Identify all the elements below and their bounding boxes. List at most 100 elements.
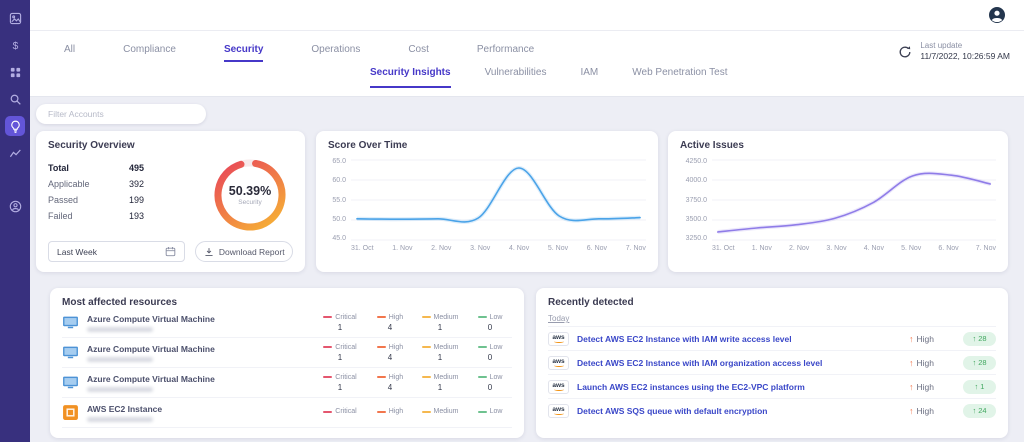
trend-badge: ↑ 24 [963, 403, 996, 418]
main-tabs: All Compliance Security Operations Cost … [30, 31, 1024, 62]
alert-link[interactable]: Launch AWS EC2 instances using the EC2-V… [577, 382, 901, 392]
x-axis-labels: 31. Oct 1. Nov 2. Nov 3. Nov 4. Nov 5. Nov 6. … [351, 245, 646, 252]
resource-name: AWS EC2 Instance [87, 403, 163, 414]
security-subtabs: Security Insights Vulnerabilities IAM We… [30, 62, 1024, 88]
high-dash-icon [376, 410, 386, 413]
tab-compliance[interactable]: Compliance [123, 44, 176, 62]
download-icon [204, 247, 214, 257]
resource-name: Azure Compute Virtual Machine [87, 343, 215, 354]
resource-name: Azure Compute Virtual Machine [87, 313, 215, 324]
security-caption: Security [238, 199, 262, 206]
active-issues-card: Active Issues 4250.0 4000.0 3750.0 3500.… [668, 131, 1008, 272]
today-group-link[interactable]: Today [548, 314, 569, 323]
subtab-iam[interactable]: IAM [580, 67, 598, 88]
aws-ec2-icon [62, 404, 79, 421]
calendar-icon [165, 246, 176, 257]
table-row[interactable]: AWS EC2 Instance Critical High Medium Lo… [62, 398, 512, 428]
low-dash-icon [477, 410, 487, 413]
critical-dash-icon [323, 346, 333, 348]
medium-dash-icon [421, 376, 431, 378]
trends-icon[interactable] [5, 143, 25, 163]
medium-dash-icon [421, 346, 431, 348]
alert-link[interactable]: Detect AWS SQS queue with default encryp… [577, 406, 901, 416]
resource-name: Azure Compute Virtual Machine [87, 373, 215, 384]
apps-grid-icon[interactable] [5, 62, 25, 82]
alert-link[interactable]: Detect AWS EC2 Instance with IAM organiz… [577, 358, 901, 368]
high-dash-icon [376, 316, 386, 318]
tab-performance[interactable]: Performance [477, 44, 534, 62]
severity: ↑ High [909, 381, 934, 392]
card-title: Recently detected [548, 297, 634, 308]
filter-accounts-input[interactable] [36, 104, 206, 124]
score-over-time-card: Score Over Time 65.0 60.0 55.0 50.0 45.0… [316, 131, 658, 272]
up-arrow-icon: ↑ [909, 357, 914, 368]
security-overview-card: Security Overview Total 495 Applicable 392… [36, 131, 305, 272]
subtab-web-penetration-test[interactable]: Web Penetration Test [632, 67, 727, 88]
score-chart: 65.0 60.0 55.0 50.0 45.0 31. Oct 1. Nov 2.… [326, 158, 646, 252]
stat-label: Passed [48, 195, 79, 205]
most-affected-card: Most affected resources Azure Compute Vi… [50, 288, 524, 438]
table-row[interactable]: Azure Compute Virtual Machine Critical 1 … [62, 368, 512, 398]
list-item[interactable]: aws Detect AWS EC2 Instance with IAM org… [548, 350, 996, 374]
medium-dash-icon [421, 410, 431, 413]
aws-icon: aws [548, 355, 569, 370]
issues-chart: 4250.0 4000.0 3750.0 3500.0 3250.0 31. O… [678, 158, 996, 252]
trend-badge: ↑ 1 [963, 379, 996, 394]
security-stats: Total 495 Applicable 392 Passed 199 Failed 1… [48, 160, 144, 224]
last-update-label: Last update [920, 41, 963, 50]
list-item[interactable]: aws Detect AWS EC2 Instance with IAM wri… [548, 326, 996, 350]
dashboard-icon[interactable] [5, 8, 25, 28]
header-panel: All Compliance Security Operations Cost … [30, 31, 1024, 97]
y-axis-labels: 4250.0 4000.0 3750.0 3500.0 3250.0 [685, 158, 707, 242]
recently-detected-card: Recently detected Today aws Detect AWS E… [536, 288, 1008, 438]
overview-controls: Last Week Download Report [48, 241, 293, 262]
critical-dash-icon [323, 376, 333, 378]
azure-vm-icon [62, 344, 79, 361]
avatar[interactable] [988, 6, 1006, 24]
period-select[interactable]: Last Week [48, 241, 186, 262]
download-label: Download Report [218, 246, 285, 257]
last-update-value: 11/7/2022, 10:26:59 AM [920, 51, 1010, 61]
download-report-button[interactable]: Download Report [195, 241, 293, 262]
up-arrow-icon: ↑ [972, 406, 977, 415]
table-row[interactable]: Azure Compute Virtual Machine Critical 1 … [62, 338, 512, 368]
stat-label: Failed [48, 211, 73, 221]
critical-dash-icon [323, 410, 333, 413]
subtab-vulnerabilities[interactable]: Vulnerabilities [485, 67, 547, 88]
card-title: Most affected resources [62, 297, 178, 308]
medium-dash-icon [421, 316, 431, 318]
tab-operations[interactable]: Operations [311, 44, 360, 62]
stat-label: Applicable [48, 179, 90, 189]
stat-value: 193 [128, 211, 144, 221]
aws-icon: aws [548, 403, 569, 418]
up-arrow-icon: ↑ [909, 333, 914, 344]
account-icon[interactable] [5, 196, 25, 216]
security-score-gauge: 50.39% Security [211, 156, 289, 234]
card-title: Security Overview [48, 140, 135, 151]
security-insights-icon[interactable] [5, 116, 25, 136]
low-dash-icon [477, 316, 487, 318]
redacted-resource-id [87, 356, 153, 362]
list-item[interactable]: aws Launch AWS EC2 instances using the E… [548, 374, 996, 398]
severity: ↑ High [909, 333, 934, 344]
alert-link[interactable]: Detect AWS EC2 Instance with IAM write a… [577, 334, 901, 344]
tab-security[interactable]: Security [223, 44, 264, 62]
sidebar: $ [0, 0, 30, 442]
up-arrow-icon: ↑ [972, 358, 977, 367]
billing-icon[interactable]: $ [5, 35, 25, 55]
line-plot [712, 159, 996, 241]
table-row[interactable]: Azure Compute Virtual Machine Critical 1 … [62, 308, 512, 338]
subtab-security-insights[interactable]: Security Insights [370, 67, 451, 88]
up-arrow-icon: ↑ [909, 381, 914, 392]
up-arrow-icon: ↑ [974, 382, 979, 391]
severity: ↑ High [909, 405, 934, 416]
tab-cost[interactable]: Cost [408, 44, 429, 62]
list-item[interactable]: aws Detect AWS SQS queue with default en… [548, 398, 996, 422]
search-icon[interactable] [5, 89, 25, 109]
stat-value: 495 [128, 163, 144, 173]
line-plot [351, 159, 646, 241]
refresh-icon[interactable] [898, 45, 912, 59]
trend-badge: ↑ 28 [963, 355, 996, 370]
tab-all[interactable]: All [64, 44, 75, 62]
trend-badge: ↑ 28 [963, 331, 996, 346]
